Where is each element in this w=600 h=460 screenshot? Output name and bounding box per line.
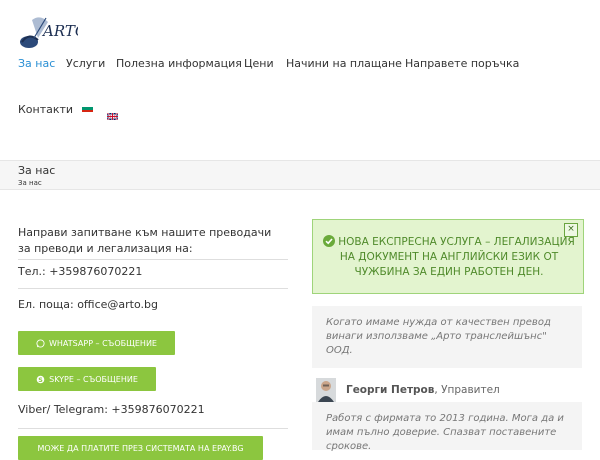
nav-services[interactable]: Услуги xyxy=(66,57,105,70)
email-label: Ел. поща: xyxy=(18,298,78,311)
check-circle-icon xyxy=(323,235,336,247)
phone-link[interactable]: +359876070221 xyxy=(49,265,142,278)
skype-button[interactable]: S SKYPE – СЪОБЩЕНИЕ xyxy=(18,367,156,391)
arto-logo[interactable]: ARTO xyxy=(18,12,78,54)
epay-button[interactable]: МОЖЕ ДА ПЛАТИТЕ ПРЕЗ СИСТЕМАТА НА EPAY.B… xyxy=(18,436,263,460)
skype-button-label: SKYPE – СЪОБЩЕНИЕ xyxy=(49,374,138,384)
epay-button-label: МОЖЕ ДА ПЛАТИТЕ ПРЕЗ СИСТЕМАТА НА EPAY.B… xyxy=(37,443,244,453)
contact-intro: Направи запитване към нашите преводачи з… xyxy=(18,226,272,255)
email-line: Ел. поща: office@arto.bg xyxy=(18,298,158,311)
nav-about[interactable]: За нас xyxy=(18,57,55,70)
breadcrumb[interactable]: За нас xyxy=(18,179,42,187)
logo-text: ARTO xyxy=(41,22,78,40)
author-role: , Управител xyxy=(434,384,500,396)
page-title: За нас xyxy=(18,164,56,177)
nav-useful-info[interactable]: Полезна информация xyxy=(116,57,242,70)
nav-contacts[interactable]: Контакти xyxy=(18,103,73,116)
person-avatar-icon xyxy=(316,378,336,402)
whatsapp-button-label: WHATSAPP – СЪОБЩЕНИЕ xyxy=(49,338,157,348)
testimonial-text: Работя с фирмата то 2013 година. Мога да… xyxy=(326,413,564,452)
whatsapp-icon xyxy=(36,338,45,348)
author-name: Георги Петров xyxy=(346,384,435,396)
uk-flag-svg xyxy=(106,112,119,121)
divider xyxy=(18,288,288,289)
email-link[interactable]: office@arto.bg xyxy=(77,298,158,311)
skype-icon: S xyxy=(36,375,45,383)
alert-text: НОВА ЕКСПРЕСНА УСЛУГА – ЛЕГАЛИЗАЦИЯ НА Д… xyxy=(338,236,575,278)
page-title-bar xyxy=(0,160,600,190)
divider xyxy=(18,259,288,260)
author-text: Георги Петров, Управител xyxy=(346,384,500,396)
alert-message: НОВА ЕКСПРЕСНА УСЛУГА – ЛЕГАЛИЗАЦИЯ НА Д… xyxy=(323,235,575,280)
uk-flag-icon[interactable] xyxy=(106,105,119,121)
logo-icon: ARTO xyxy=(20,17,78,48)
phone-line: Тел.: +359876070221 xyxy=(18,265,142,278)
divider xyxy=(18,428,288,429)
phone-label: Тел.: xyxy=(18,265,50,278)
testimonial-quote: Когато имаме нужда от качествен превод в… xyxy=(312,306,582,368)
nav-place-order[interactable]: Направете поръчка xyxy=(405,57,519,70)
testimonial-author: Георги Петров, Управител xyxy=(316,378,500,402)
nav-prices[interactable]: Цени xyxy=(244,57,274,70)
svg-text:S: S xyxy=(38,376,43,383)
bg-flag-icon[interactable] xyxy=(82,105,93,112)
viber-line: Viber/ Telegram: +359876070221 xyxy=(18,403,205,416)
testimonial-text: Когато имаме нужда от качествен превод в… xyxy=(326,317,551,356)
testimonial-quote: Работя с фирмата то 2013 година. Мога да… xyxy=(312,402,582,452)
express-service-alert: × НОВА ЕКСПРЕСНА УСЛУГА – ЛЕГАЛИЗАЦИЯ НА… xyxy=(312,219,584,294)
whatsapp-button[interactable]: WHATSAPP – СЪОБЩЕНИЕ xyxy=(18,331,175,355)
avatar xyxy=(316,378,336,402)
nav-payment-methods[interactable]: Начини на плащане xyxy=(286,57,402,70)
